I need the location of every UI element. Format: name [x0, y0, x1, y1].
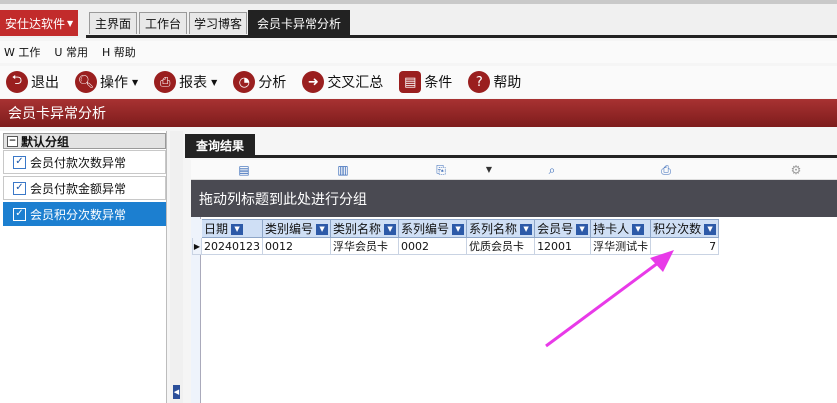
cell-points-count[interactable]: 7: [650, 237, 720, 255]
grid-align-right-icon[interactable]: ▥: [336, 163, 350, 177]
tab-workbench[interactable]: 工作台: [139, 12, 187, 34]
tab-label: 工作台: [144, 17, 181, 31]
collapse-icon[interactable]: −: [7, 135, 18, 147]
results-grid: 日期 ▼ 类别编号 ▼ 类别名称 ▼ 系列编号 ▼ 系列名称 ▼ 会员号 ▼ 持卡人 ▼ 积分…: [192, 219, 720, 255]
grid-print-icon[interactable]: ⎙: [659, 163, 673, 177]
arrow-right-icon: ➜: [302, 71, 325, 93]
table-row[interactable]: ▶ 20240123 0012 浮华会员卡 0002 优质会员卡 12001 浮…: [192, 237, 720, 255]
grid-toolbar: [191, 160, 837, 180]
exit-button[interactable]: ⮌ 退出: [0, 68, 59, 96]
filter-dropdown-icon[interactable]: ▼: [452, 224, 465, 235]
cell-series-name[interactable]: 优质会员卡: [466, 237, 536, 255]
menu-work[interactable]: W 工作: [4, 44, 40, 60]
grid-find-icon[interactable]: ⌕: [545, 163, 559, 177]
printer-icon: ⎙: [154, 71, 177, 93]
filter-dropdown-icon[interactable]: ▼: [576, 224, 589, 235]
filter-dropdown-icon[interactable]: ▼: [231, 224, 244, 235]
panel-splitter[interactable]: [170, 131, 183, 403]
filter-dropdown-icon[interactable]: ▼: [520, 224, 533, 235]
checkbox-checked-icon[interactable]: ✓: [13, 207, 26, 221]
column-header-date[interactable]: 日期 ▼: [201, 219, 263, 238]
caret-down-icon: ▼: [67, 18, 74, 28]
grid-header-row: 日期 ▼ 类别编号 ▼ 类别名称 ▼ 系列编号 ▼ 系列名称 ▼ 会员号 ▼ 持卡人 ▼ 积分…: [192, 219, 720, 238]
tab-label: 主界面: [94, 17, 131, 31]
tab-member-card-analysis[interactable]: 会员卡异常分析: [248, 10, 350, 36]
column-header-points-count[interactable]: 积分次数 ▼: [650, 219, 720, 238]
analysis-item-payment-count[interactable]: ✓ 会员付款次数异常: [3, 150, 166, 174]
tab-label: 学习博客: [193, 17, 242, 31]
report-button[interactable]: ⎙ 报表 ▼: [148, 68, 217, 96]
checkbox-checked-icon[interactable]: ✓: [13, 181, 26, 195]
tab-blog[interactable]: 学习博客: [189, 12, 247, 34]
grid-export-dropdown-icon[interactable]: ▼: [482, 163, 496, 177]
tab-query-results[interactable]: 查询结果: [185, 134, 255, 156]
column-header-member-id[interactable]: 会员号 ▼: [534, 219, 592, 238]
operate-button[interactable]: 🔍︎ 操作 ▼: [69, 68, 138, 96]
results-tab-underline: [185, 155, 837, 158]
tab-underline: [86, 35, 837, 38]
question-icon: ?: [468, 71, 491, 93]
menu-help[interactable]: H 帮助: [102, 44, 136, 60]
header-corner: [192, 219, 202, 238]
condition-button[interactable]: ▤ 条件: [393, 68, 452, 96]
cell-member-id[interactable]: 12001: [534, 237, 592, 255]
analysis-item-payment-amount[interactable]: ✓ 会员付款金额异常: [3, 176, 166, 200]
main-toolbar: ⮌ 退出 🔍︎ 操作 ▼ ⎙ 报表 ▼ ◔ 分析 ➜ 交叉汇总 ▤ 条件 ? 帮助: [0, 66, 837, 98]
dropdown-arrow-icon: ▼: [211, 77, 218, 87]
menu-common[interactable]: U 常用: [54, 44, 88, 60]
checkbox-checked-icon[interactable]: ✓: [13, 155, 26, 169]
analyze-button[interactable]: ◔ 分析: [227, 68, 286, 96]
cell-cardholder[interactable]: 浮华测试卡: [590, 237, 652, 255]
dropdown-arrow-icon: ▼: [132, 77, 139, 87]
filter-dropdown-icon[interactable]: ▼: [384, 224, 397, 235]
search-icon: 🔍︎: [75, 71, 97, 93]
help-button[interactable]: ? 帮助: [462, 68, 521, 96]
pie-chart-icon: ◔: [233, 71, 256, 93]
group-by-area[interactable]: 拖动列标题到此处进行分组: [191, 180, 837, 217]
column-header-category-code[interactable]: 类别编号 ▼: [261, 219, 332, 238]
tab-label: 会员卡异常分析: [256, 17, 341, 31]
section-title: 会员卡异常分析: [0, 99, 837, 127]
collapse-left-icon[interactable]: ◀: [173, 385, 180, 399]
filter-dropdown-icon[interactable]: ▼: [316, 224, 329, 235]
brand-menu-button[interactable]: 安仕达软件 ▼: [0, 10, 78, 36]
grid-export-icon[interactable]: ⎘: [434, 163, 448, 177]
exit-icon: ⮌: [6, 71, 28, 93]
cell-category-code[interactable]: 0012: [261, 237, 332, 255]
filter-dropdown-icon[interactable]: ▼: [632, 224, 645, 235]
column-header-series-code[interactable]: 系列编号 ▼: [398, 219, 468, 238]
group-header[interactable]: − 默认分组: [3, 133, 166, 149]
grid-align-left-icon[interactable]: ▤: [237, 163, 251, 177]
row-pointer-icon: ▶: [192, 237, 202, 255]
cross-summary-button[interactable]: ➜ 交叉汇总: [296, 68, 383, 96]
analysis-item-points-count[interactable]: ✓ 会员积分次数异常: [3, 202, 166, 226]
filter-dropdown-icon[interactable]: ▼: [704, 224, 717, 235]
top-border: [0, 0, 837, 4]
column-header-cardholder[interactable]: 持卡人 ▼: [590, 219, 652, 238]
menu-bar: W 工作 U 常用 H 帮助: [0, 41, 837, 63]
cell-series-code[interactable]: 0002: [398, 237, 468, 255]
tab-home[interactable]: 主界面: [89, 12, 137, 34]
brand-label: 安仕达软件: [5, 16, 66, 31]
cell-category-name[interactable]: 浮华会员卡: [330, 237, 400, 255]
condition-icon: ▤: [399, 71, 422, 93]
grid-settings-icon[interactable]: ⚙: [789, 163, 803, 177]
group-label: 默认分组: [21, 134, 70, 149]
column-header-category-name[interactable]: 类别名称 ▼: [330, 219, 400, 238]
column-header-series-name[interactable]: 系列名称 ▼: [466, 219, 536, 238]
cell-date[interactable]: 20240123: [201, 237, 263, 255]
